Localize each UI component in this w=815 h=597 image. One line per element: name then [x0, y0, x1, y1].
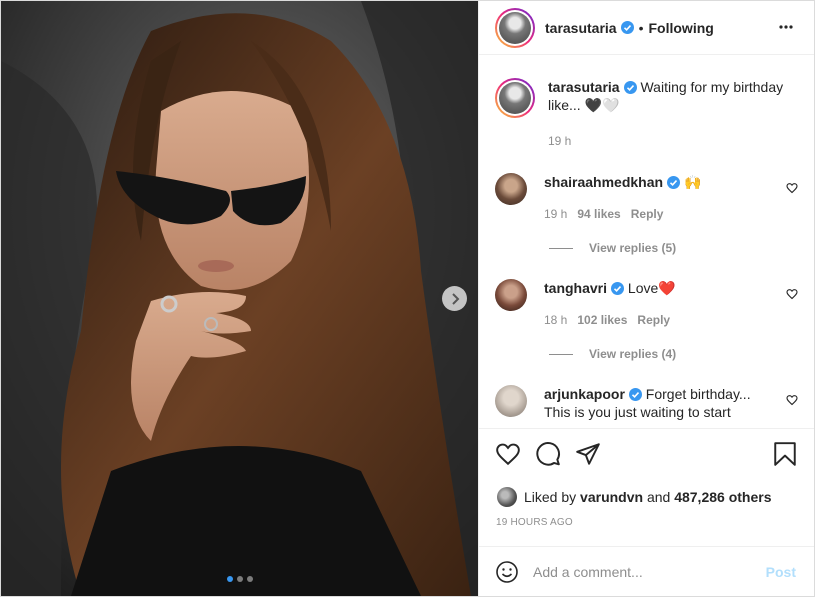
verified-icon [667, 176, 681, 189]
liked-by: Liked by varundvn and 487,286 others [497, 487, 772, 507]
comment-icon[interactable] [535, 441, 561, 467]
more-icon[interactable] [778, 19, 794, 35]
comment-likes[interactable]: 94 likes [577, 207, 620, 221]
comment: tanghavri Love❤️ 18 h 102 likes Reply [495, 279, 769, 329]
post-image[interactable] [1, 1, 478, 596]
like-heart-icon[interactable] [495, 441, 521, 467]
comment-input[interactable] [533, 563, 753, 580]
comment-text: Love❤️ [627, 280, 676, 296]
share-icon[interactable] [575, 441, 601, 467]
carousel-dot [237, 576, 243, 582]
chevron-right-icon [451, 292, 459, 305]
header-username[interactable]: tarasutaria [545, 20, 617, 36]
post-actions: Liked by varundvn and 487,286 others 19 … [479, 428, 814, 546]
comment-text: Forget birthday... [645, 386, 751, 402]
following-button[interactable]: Following [649, 20, 714, 36]
heart-icon[interactable] [786, 288, 798, 300]
verified-icon [611, 282, 625, 295]
comment-username[interactable]: arjunkapoor [544, 386, 625, 402]
comment-time[interactable]: 18 h [544, 313, 567, 327]
avatar[interactable] [495, 279, 527, 311]
view-replies-button[interactable]: View replies (5) [549, 241, 676, 255]
comment: arjunkapoor Forget birthday... This is y… [495, 385, 769, 421]
carousel-dot [247, 576, 253, 582]
avatar[interactable] [495, 173, 527, 205]
post-header: tarasutaria • Following [479, 1, 814, 55]
avatar[interactable] [495, 7, 535, 48]
comment-text-line2: This is you just waiting to start [544, 404, 731, 420]
comment-text: 🙌 [683, 174, 702, 190]
comment-username[interactable]: shairaahmedkhan [544, 174, 663, 190]
liked-by-user[interactable]: varundvn [580, 489, 643, 505]
next-image-button[interactable] [442, 286, 467, 311]
comment-username[interactable]: tanghavri [544, 280, 607, 296]
separator-dot: • [638, 19, 644, 36]
liked-by-and: and [646, 489, 671, 505]
caption: tarasutaria Waiting for my birthday like… [495, 78, 793, 148]
avatar[interactable] [495, 78, 535, 118]
comments-list[interactable]: tarasutaria Waiting for my birthday like… [479, 56, 814, 428]
verified-icon [620, 21, 634, 34]
heart-icon[interactable] [786, 394, 798, 406]
comment-time[interactable]: 19 h [544, 207, 567, 221]
add-comment-bar: Post [479, 546, 814, 596]
verified-icon [628, 388, 642, 401]
carousel-dot [227, 576, 233, 582]
view-replies-label: View replies (4) [589, 347, 677, 361]
post-comment-button[interactable]: Post [766, 564, 796, 580]
post-sidebar: tarasutaria • Following tarasutaria Wait… [478, 1, 814, 596]
carousel-indicator [227, 576, 253, 582]
reply-button[interactable]: Reply [637, 313, 670, 327]
reply-button[interactable]: Reply [631, 207, 664, 221]
comment-likes[interactable]: 102 likes [577, 313, 627, 327]
post-timestamp[interactable]: 19 HOURS AGO [496, 517, 573, 528]
photo-illustration [1, 1, 478, 596]
liked-by-others[interactable]: 487,286 others [674, 489, 771, 505]
avatar[interactable] [497, 487, 517, 507]
view-replies-button[interactable]: View replies (4) [549, 347, 676, 361]
avatar[interactable] [495, 385, 527, 417]
heart-icon[interactable] [786, 182, 798, 194]
verified-icon [623, 81, 637, 94]
caption-username[interactable]: tarasutaria [548, 79, 620, 95]
emoji-icon[interactable] [495, 560, 519, 584]
caption-time[interactable]: 19 h [548, 134, 793, 148]
view-replies-label: View replies (5) [589, 241, 677, 255]
comment: shairaahmedkhan 🙌 19 h 94 likes Reply [495, 173, 769, 223]
bookmark-icon[interactable] [772, 441, 798, 467]
post-dialog: tarasutaria • Following tarasutaria Wait… [0, 0, 815, 597]
liked-by-prefix: Liked by [524, 489, 577, 505]
